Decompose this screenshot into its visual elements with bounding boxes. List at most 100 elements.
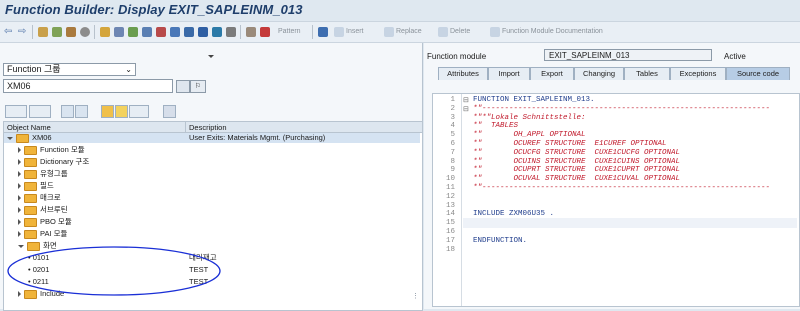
folder-tree-icon[interactable] xyxy=(101,105,114,118)
debug-icon[interactable] xyxy=(260,25,270,38)
replace-label: Replace xyxy=(396,28,422,35)
code-line[interactable]: *"--------------------------------------… xyxy=(473,184,770,192)
separator xyxy=(312,25,313,39)
object-type-dropdown[interactable]: Function 그룹 ⌄ xyxy=(3,63,136,76)
check-icon[interactable] xyxy=(66,25,76,38)
documentation-label: Function Module Documentation xyxy=(502,28,603,35)
object-type-value: Function 그룹 xyxy=(7,64,61,74)
pattern-button[interactable]: Pattern xyxy=(278,25,301,38)
split-icon[interactable] xyxy=(318,25,328,38)
annotation-ellipse xyxy=(7,246,221,296)
object-name-field[interactable]: XM06 xyxy=(3,79,173,93)
other-object-icon[interactable] xyxy=(52,25,62,38)
info-icon[interactable] xyxy=(198,25,208,38)
line-number: 14 xyxy=(445,210,455,219)
line-number: 12 xyxy=(445,192,455,201)
code-line[interactable]: *" OCUREF STRUCTURE E1CUREF OPTIONAL xyxy=(473,140,667,148)
tab-import[interactable]: Import xyxy=(488,67,530,80)
where-used-icon[interactable] xyxy=(100,25,110,38)
line-number: 18 xyxy=(445,245,455,254)
tab-tables[interactable]: Tables xyxy=(624,67,670,80)
code-line[interactable]: *" OCUPRT STRUCTURE CUXE1CUPRT OPTIONAL xyxy=(473,166,680,174)
splitter-grip[interactable]: ⋮ xyxy=(412,292,422,302)
fold-marker-icon[interactable]: ⊟ xyxy=(463,96,469,105)
object-navigator: Function 그룹 ⌄ XM06 ⚐ Object Name Descrip… xyxy=(0,43,423,311)
fm-label: Function module xyxy=(427,52,487,61)
tool-icon[interactable] xyxy=(226,25,236,38)
dropdown-button[interactable] xyxy=(176,80,190,93)
hierarchy-icon[interactable] xyxy=(128,25,138,38)
display-change-icon[interactable] xyxy=(38,25,48,38)
expand-icon[interactable] xyxy=(61,105,74,118)
tab-attributes[interactable]: Attributes xyxy=(438,67,488,80)
forward-icon[interactable]: ⇨ xyxy=(18,25,26,38)
line-number: 2 xyxy=(450,104,455,113)
line-number: 9 xyxy=(450,166,455,175)
menu-icon[interactable] xyxy=(129,105,149,118)
object-list-icon[interactable] xyxy=(142,25,152,38)
code-line[interactable]: *" OCUCFG STRUCTURE CUXE1CUCFG OPTIONAL xyxy=(473,149,680,157)
tree-toolbar xyxy=(3,105,193,118)
documentation-button[interactable]: Function Module Documentation xyxy=(490,25,603,38)
navigation-icon[interactable] xyxy=(156,25,166,38)
line-number: 16 xyxy=(445,228,455,236)
separator xyxy=(32,25,33,39)
favorites-icon[interactable] xyxy=(115,105,128,118)
code-line[interactable]: *" OCUINS STRUCTURE CUXE1CUINS OPTIONAL xyxy=(473,158,680,166)
application-toolbar: ⇦ ⇨ Pattern Insert Replace Delete Functi… xyxy=(0,21,800,43)
layout-icon[interactable] xyxy=(170,25,180,38)
insert-label: Insert xyxy=(346,28,364,35)
fold-marker-icon[interactable]: ⊟ xyxy=(463,105,469,114)
code-line[interactable]: *" OCUVAL STRUCTURE CUXE1CUVAL OPTIONAL xyxy=(473,175,680,183)
line-number: 10 xyxy=(445,175,455,184)
forward-nav-icon[interactable] xyxy=(29,105,51,118)
insert-button[interactable]: Insert xyxy=(334,25,364,38)
replace-button[interactable]: Replace xyxy=(384,25,422,38)
back-nav-icon[interactable] xyxy=(5,105,27,118)
close-icon[interactable] xyxy=(163,105,176,118)
display-button[interactable]: ⚐ xyxy=(190,80,206,93)
line-number: 4 xyxy=(450,122,455,131)
tab-export[interactable]: Export xyxy=(530,67,574,80)
code-line[interactable]: *" OH_APPL OPTIONAL xyxy=(473,131,586,139)
collapse-all-icon[interactable] xyxy=(75,105,88,118)
title-bar: Function Builder: Display EXIT_SAPLEINM_… xyxy=(0,0,800,20)
delete-button[interactable]: Delete xyxy=(438,25,470,38)
window-title: Function Builder: Display EXIT_SAPLEINM_… xyxy=(5,2,303,17)
collapse-icon[interactable] xyxy=(208,55,214,58)
outline-icon[interactable] xyxy=(212,25,222,38)
line-number: 15 xyxy=(445,219,455,228)
code-line[interactable]: *"--------------------------------------… xyxy=(473,105,770,113)
code-line[interactable]: INCLUDE ZXM06U35 . xyxy=(473,210,554,218)
tab-changing[interactable]: Changing xyxy=(574,67,624,80)
object-tree: Object Name Description XM06 User Exits:… xyxy=(3,121,423,311)
edit-icon[interactable] xyxy=(114,25,124,38)
status-label: Active xyxy=(724,52,746,61)
tab-exceptions[interactable]: Exceptions xyxy=(670,67,726,80)
line-number: 3 xyxy=(450,113,455,122)
line-number: 6 xyxy=(450,140,455,148)
fm-name-value: EXIT_SAPLEINM_013 xyxy=(549,51,630,60)
gutter-line xyxy=(461,94,462,306)
line-number: 7 xyxy=(450,148,455,157)
code-line[interactable]: ENDFUNCTION. xyxy=(473,237,527,245)
activate-icon[interactable] xyxy=(80,25,90,38)
back-icon[interactable]: ⇦ xyxy=(4,25,12,38)
tab-source-code[interactable]: Source code xyxy=(726,67,790,80)
code-line[interactable]: FUNCTION EXIT_SAPLEINM_013. xyxy=(473,96,595,104)
object-name-value: XM06 xyxy=(7,81,31,91)
code-line[interactable]: *"*"Lokale Schnittstelle: xyxy=(473,114,586,122)
line-number: 13 xyxy=(445,201,455,210)
separator xyxy=(240,25,241,39)
grid-icon[interactable] xyxy=(184,25,194,38)
line-number: 11 xyxy=(445,184,455,192)
separator xyxy=(94,25,95,39)
code-line[interactable]: *" TABLES xyxy=(473,122,518,130)
function-editor: Function module EXIT_SAPLEINM_013 Active… xyxy=(424,43,800,309)
fm-name-field: EXIT_SAPLEINM_013 xyxy=(544,49,712,61)
line-number: 8 xyxy=(450,157,455,166)
code-editor[interactable]: ⊟ ⊟ 1 FUNCTION EXIT_SAPLEINM_013. 2 *"-----… xyxy=(432,93,800,307)
delete-label: Delete xyxy=(450,28,471,35)
line-number: 1 xyxy=(450,96,455,104)
test-icon[interactable] xyxy=(246,25,256,38)
